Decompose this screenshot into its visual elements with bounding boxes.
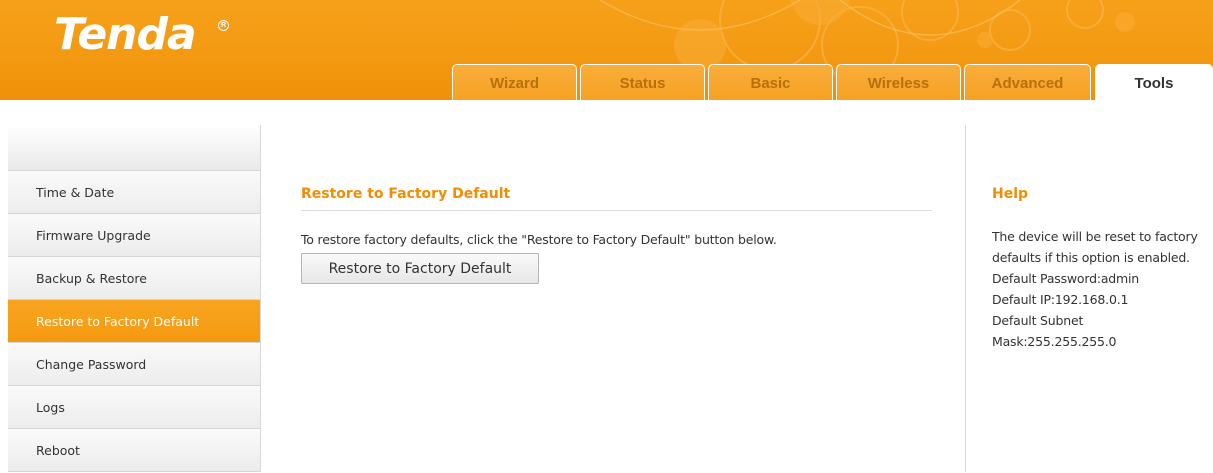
sidebar-header	[8, 125, 260, 171]
help-line-subnet: Default Subnet Mask:255.255.255.0	[992, 313, 1117, 349]
tab-tools[interactable]: Tools	[1095, 64, 1213, 100]
sidebar-item-reboot[interactable]: Reboot	[8, 429, 260, 472]
tenda-logo: Tenda	[54, 9, 197, 60]
tab-wizard[interactable]: Wizard	[452, 64, 577, 100]
help-panel: Help The device will be reset to factory…	[965, 125, 1213, 472]
help-line-ip: Default IP:192.168.0.1	[992, 292, 1129, 307]
help-line-reset: The device will be reset to factory defa…	[992, 229, 1198, 265]
sidebar-item-restore-factory-default[interactable]: Restore to Factory Default	[8, 300, 260, 343]
title-divider	[301, 210, 932, 211]
tab-status[interactable]: Status	[580, 64, 705, 100]
sidebar-item-logs[interactable]: Logs	[8, 386, 260, 429]
tab-basic[interactable]: Basic	[708, 64, 833, 100]
registered-mark-icon: R	[218, 20, 229, 31]
tab-advanced[interactable]: Advanced	[964, 64, 1091, 100]
restore-factory-default-button[interactable]: Restore to Factory Default	[301, 253, 539, 284]
tab-wireless[interactable]: Wireless	[836, 64, 961, 100]
help-text: The device will be reset to factory defa…	[992, 226, 1202, 352]
sidebar-item-firmware-upgrade[interactable]: Firmware Upgrade	[8, 214, 260, 257]
help-line-password: Default Password:admin	[992, 271, 1140, 286]
restore-description: To restore factory defaults, click the "…	[301, 232, 777, 247]
main-content: Restore to Factory Default To restore fa…	[264, 125, 964, 472]
help-title: Help	[992, 186, 1029, 202]
sidebar: Time & Date Firmware Upgrade Backup & Re…	[8, 125, 261, 472]
header-bar: Tenda R Wizard Status Basic Wireless Adv…	[0, 0, 1213, 100]
sidebar-item-backup-restore[interactable]: Backup & Restore	[8, 257, 260, 300]
sidebar-item-change-password[interactable]: Change Password	[8, 343, 260, 386]
page-title: Restore to Factory Default	[301, 186, 511, 202]
sidebar-item-time-date[interactable]: Time & Date	[8, 171, 260, 214]
